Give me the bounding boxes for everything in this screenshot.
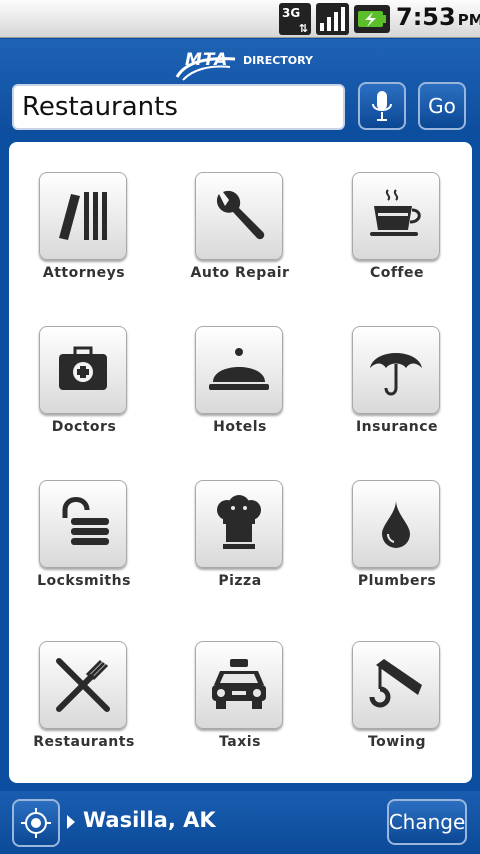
category-restaurants[interactable]: Restaurants — [9, 641, 159, 781]
current-location-button[interactable] — [12, 799, 60, 847]
category-attorneys[interactable]: Attorneys — [9, 172, 159, 312]
location-bar: Wasilla, AK Change — [0, 791, 480, 854]
category-label: Doctors — [51, 419, 117, 435]
category-label: Plumbers — [357, 573, 437, 589]
category-grid: Attorneys Auto Repair Coffee Doctors Hot… — [9, 142, 472, 783]
category-label: Coffee — [369, 265, 425, 281]
category-button[interactable] — [195, 480, 283, 568]
category-coffee[interactable]: Coffee — [322, 172, 472, 312]
category-label: Locksmiths — [37, 573, 131, 589]
change-location-button[interactable]: Change — [387, 799, 467, 845]
category-button[interactable] — [39, 172, 127, 260]
current-location-label: Wasilla, AK — [83, 808, 216, 832]
category-label: Auto Repair — [190, 265, 290, 281]
category-button[interactable] — [39, 326, 127, 414]
category-button[interactable] — [352, 326, 440, 414]
category-hotels[interactable]: Hotels — [165, 326, 315, 466]
signal-strength-icon — [316, 3, 349, 35]
category-label: Insurance — [355, 419, 439, 435]
knife-fork-icon — [56, 658, 110, 712]
coffee-cup-icon — [370, 189, 421, 236]
cloche-icon — [209, 348, 269, 390]
category-label: Hotels — [213, 419, 267, 435]
umbrella-icon — [370, 353, 422, 396]
category-button[interactable] — [352, 641, 440, 729]
app-header: MTA DIRECTORY Go — [0, 39, 480, 134]
medical-kit-icon — [59, 346, 107, 390]
go-button[interactable]: Go — [418, 82, 466, 130]
water-drop-icon — [382, 500, 410, 548]
location-expand-icon[interactable] — [67, 815, 75, 829]
clock: 7:53 PM — [396, 3, 480, 31]
category-button[interactable] — [195, 326, 283, 414]
category-button[interactable] — [352, 172, 440, 260]
wrench-icon — [216, 190, 265, 240]
category-button[interactable] — [39, 641, 127, 729]
category-doctors[interactable]: Doctors — [9, 326, 159, 466]
status-bar: 3G ⇅ 7:53 PM — [0, 0, 480, 38]
category-locksmiths[interactable]: Locksmiths — [9, 480, 159, 620]
crosshair-icon — [21, 808, 51, 838]
category-label: Restaurants — [33, 734, 135, 750]
category-button[interactable] — [39, 480, 127, 568]
category-label: Taxis — [219, 734, 261, 750]
category-button[interactable] — [195, 641, 283, 729]
category-towing[interactable]: Towing — [322, 641, 472, 781]
category-pizza[interactable]: Pizza — [165, 480, 315, 620]
tow-hook-icon — [369, 659, 422, 708]
battery-charging-icon — [354, 5, 390, 33]
voice-search-button[interactable] — [358, 82, 406, 130]
category-taxis[interactable]: Taxis — [165, 641, 315, 781]
category-label: Pizza — [218, 573, 262, 589]
network-3g-icon: 3G ⇅ — [279, 3, 311, 35]
category-plumbers[interactable]: Plumbers — [322, 480, 472, 620]
mta-directory-logo: MTA DIRECTORY — [175, 47, 313, 81]
category-insurance[interactable]: Insurance — [322, 326, 472, 466]
books-icon — [59, 192, 107, 240]
chef-hat-icon — [217, 495, 261, 549]
category-auto-repair[interactable]: Auto Repair — [165, 172, 315, 312]
category-label: Towing — [367, 734, 427, 750]
taxi-icon — [212, 659, 266, 709]
padlock-icon — [62, 497, 109, 545]
search-input[interactable] — [12, 84, 345, 130]
category-label: Attorneys — [42, 265, 126, 281]
microphone-icon — [372, 91, 392, 121]
category-button[interactable] — [195, 172, 283, 260]
category-button[interactable] — [352, 480, 440, 568]
